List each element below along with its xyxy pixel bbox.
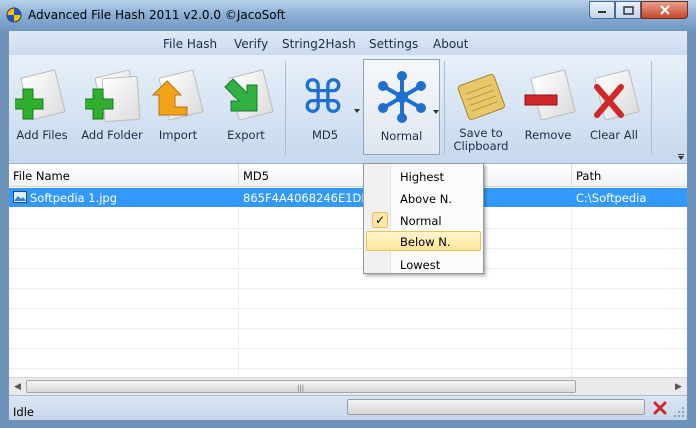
scroll-right-icon[interactable]: ▶: [670, 378, 687, 395]
client-area: File Hash Verify String2Hash Settings Ab…: [8, 30, 688, 420]
priority-dropdown[interactable]: Normal: [363, 59, 440, 155]
window-title: Advanced File Hash 2011 v2.0.0 ©JacoSoft: [28, 8, 286, 22]
menu-file-hash[interactable]: File Hash: [163, 37, 217, 51]
export-label: Export: [227, 128, 265, 142]
add-folder-label: Add Folder: [81, 128, 143, 142]
list-header: File Name MD5 Path: [9, 164, 687, 187]
maximize-button[interactable]: [615, 1, 641, 19]
toolbar-separator: [285, 61, 286, 155]
progress-bar: [347, 399, 645, 415]
asterisk-icon: [375, 70, 429, 124]
checkmark-icon: ✓: [372, 212, 388, 228]
chevron-down-icon: [433, 110, 439, 114]
minimize-icon: [598, 11, 606, 13]
chevron-down-icon: [354, 109, 360, 113]
scroll-thumb[interactable]: |||: [26, 380, 576, 393]
priority-item-highest[interactable]: Highest: [366, 166, 481, 186]
stop-button[interactable]: [649, 398, 671, 417]
priority-item-above-normal[interactable]: Above N.: [366, 188, 481, 208]
menu-about[interactable]: About: [433, 37, 468, 51]
toolbar-separator: [444, 61, 445, 155]
save-to-clipboard-button[interactable]: Save to Clipboard: [449, 59, 513, 155]
svg-text:⌘: ⌘: [300, 70, 346, 123]
toolbar-separator: [651, 61, 652, 155]
export-button[interactable]: Export: [215, 59, 277, 155]
cell-path: C:\Softpedia: [576, 191, 647, 205]
clear-all-label: Clear All: [590, 128, 638, 142]
remove-button[interactable]: Remove: [519, 59, 577, 155]
priority-item-below-normal[interactable]: Below N.: [366, 231, 481, 251]
column-header-path[interactable]: Path: [576, 169, 601, 183]
hash-type-label: MD5: [311, 128, 339, 142]
menu-string2hash[interactable]: String2Hash: [282, 37, 356, 51]
add-folder-button[interactable]: Add Folder: [79, 59, 145, 155]
add-folder-icon: [85, 69, 141, 123]
maximize-icon: [622, 5, 634, 15]
save-to-clipboard-label: Save to Clipboard: [453, 126, 509, 153]
menu-bar: File Hash Verify String2Hash Settings Ab…: [9, 31, 687, 55]
priority-item-normal[interactable]: ✓ Normal: [366, 210, 481, 230]
table-row[interactable]: Softpedia 1.jpg 865F4A4068246E1DBE4 C:\S…: [9, 188, 687, 207]
add-files-label: Add Files: [16, 128, 68, 142]
toolbar-overflow-icon[interactable]: [677, 153, 685, 161]
status-text: Idle: [13, 405, 34, 419]
title-bar[interactable]: Advanced File Hash 2011 v2.0.0 ©JacoSoft: [0, 0, 696, 30]
add-files-button[interactable]: Add Files: [12, 59, 72, 155]
toolbar: Add Files Add Folder Import Export ⌘ MD5…: [9, 55, 687, 164]
file-list[interactable]: File Name MD5 Path Softpedia 1.jpg 865F4…: [9, 164, 687, 395]
red-x-icon: [587, 69, 641, 123]
minus-icon: [521, 69, 576, 123]
menu-settings[interactable]: Settings: [369, 37, 418, 51]
resize-grip-icon[interactable]: [673, 406, 685, 418]
priority-item-lowest[interactable]: Lowest: [366, 254, 481, 274]
priority-menu: Highest Above N. ✓ Normal Below N. Lowes…: [363, 163, 484, 274]
status-bar: Idle: [9, 395, 687, 420]
add-files-icon: [15, 69, 69, 123]
close-icon: [659, 5, 670, 15]
clear-all-button[interactable]: Clear All: [583, 59, 645, 155]
remove-label: Remove: [524, 128, 572, 142]
priority-label: Normal: [380, 129, 423, 143]
export-icon: [219, 69, 274, 123]
cell-file-name: Softpedia 1.jpg: [30, 191, 118, 205]
clipboard-icon: [454, 69, 508, 123]
scroll-left-icon[interactable]: ◀: [9, 378, 26, 395]
menu-verify[interactable]: Verify: [234, 37, 268, 51]
import-label: Import: [158, 128, 198, 142]
app-icon: [6, 7, 22, 23]
import-button[interactable]: Import: [149, 59, 207, 155]
minimize-button[interactable]: [589, 1, 615, 19]
import-icon: [151, 69, 205, 123]
column-header-file-name[interactable]: File Name: [13, 169, 70, 183]
app-window: Advanced File Hash 2011 v2.0.0 ©JacoSoft…: [0, 0, 696, 428]
image-file-icon: [13, 191, 27, 203]
command-key-icon: ⌘: [298, 69, 352, 124]
red-x-icon: [653, 401, 667, 414]
column-header-md5[interactable]: MD5: [243, 169, 269, 183]
horizontal-scrollbar[interactable]: ◀ ||| ▶: [9, 377, 687, 395]
close-button[interactable]: [641, 1, 688, 19]
hash-type-dropdown[interactable]: ⌘ MD5: [288, 59, 362, 155]
